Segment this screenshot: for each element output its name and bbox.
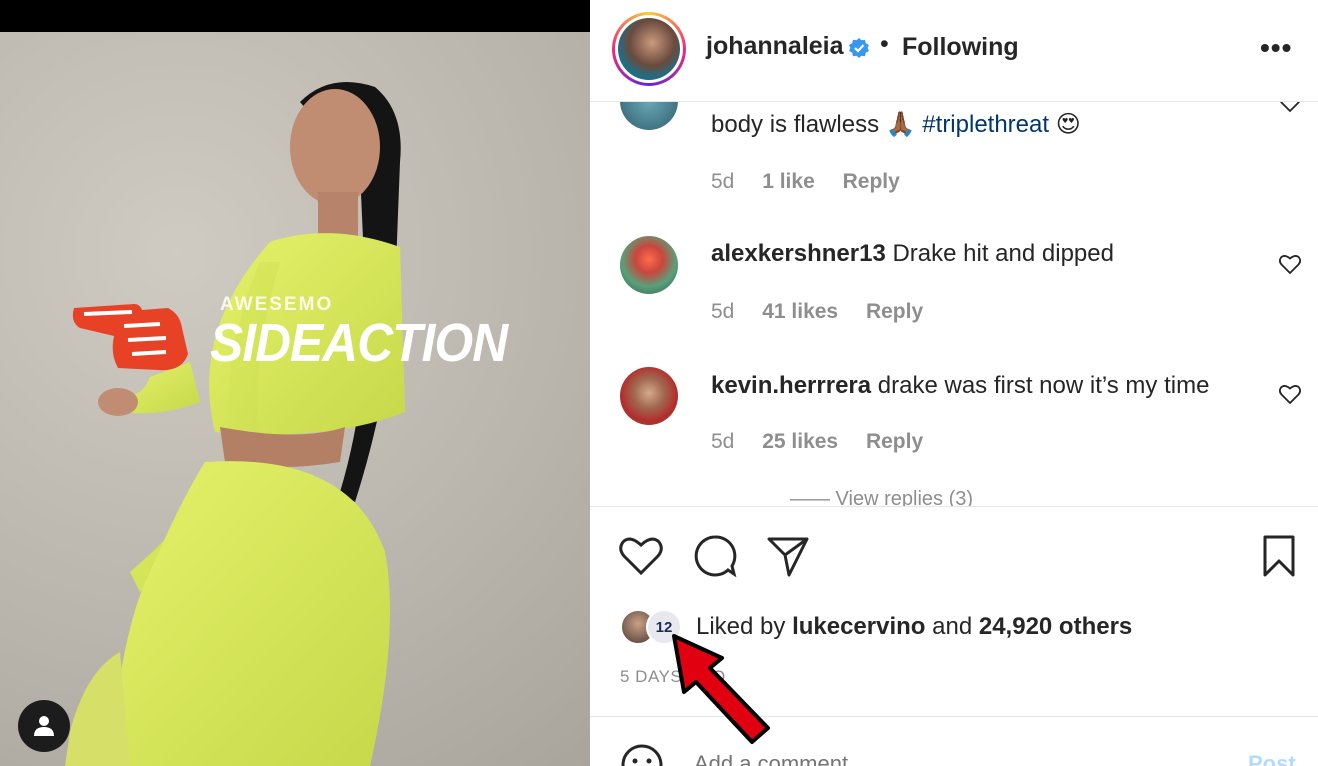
post-media[interactable]: AWESEMO SIDEACTION — [0, 0, 590, 766]
hashtag-link[interactable]: #triplethreat — [922, 111, 1049, 138]
comments-list: body is flawless 🙏🏾 #triplethreat 😍 5d 1… — [590, 102, 1318, 506]
post-photo[interactable]: AWESEMO SIDEACTION — [0, 32, 590, 766]
share-icon[interactable] — [765, 533, 811, 579]
photo-illustration — [65, 82, 405, 766]
header-separator: • — [880, 30, 889, 58]
comment-text: alexkershner13 Drake hit and dipped — [711, 240, 1114, 267]
comment-input[interactable] — [694, 751, 1194, 766]
post-comment-button[interactable]: Post — [1248, 751, 1296, 766]
reply-button[interactable]: Reply — [866, 430, 923, 453]
comment-age: 5d — [711, 170, 735, 193]
author-username[interactable]: johannaleia — [706, 32, 844, 61]
more-options-icon[interactable]: ••• — [1260, 32, 1292, 64]
reply-button[interactable]: Reply — [843, 170, 900, 193]
comment-age: 5d — [711, 300, 735, 323]
commenter-avatar[interactable] — [620, 102, 678, 130]
comment-likes[interactable]: 1 like — [762, 170, 815, 193]
comment-username[interactable]: alexkershner13 — [711, 240, 886, 267]
reply-button[interactable]: Reply — [866, 300, 923, 323]
heart-icon[interactable] — [618, 533, 664, 579]
pointing-hand-icon — [72, 304, 188, 371]
author-avatar[interactable] — [612, 12, 686, 86]
liker-username[interactable]: lukecervino — [792, 613, 925, 640]
user-icon — [34, 716, 54, 736]
comment-like-icon[interactable] — [1278, 382, 1302, 406]
commenter-avatar[interactable] — [620, 236, 678, 294]
watermark: AWESEMO SIDEACTION — [70, 294, 508, 374]
emoji-icon[interactable] — [620, 743, 664, 766]
comment-likes[interactable]: 41 likes — [762, 300, 838, 323]
following-button[interactable]: Following — [902, 33, 1019, 62]
commenter-avatar[interactable] — [620, 367, 678, 425]
comment-age: 5d — [711, 430, 735, 453]
comment-text: kevin.herrrera drake was first now it’s … — [711, 372, 1210, 399]
comment-text: body is flawless 🙏🏾 #triplethreat 😍 — [711, 111, 1081, 138]
comment-like-icon[interactable] — [1278, 252, 1302, 276]
comment-meta: 5d 1 like Reply — [711, 170, 922, 194]
comment-icon[interactable] — [692, 533, 738, 579]
tagged-users-button[interactable] — [18, 700, 70, 752]
comment-username[interactable]: kevin.herrrera — [711, 372, 871, 399]
likes-count[interactable]: 24,920 others — [979, 613, 1132, 640]
verified-badge-icon — [849, 38, 869, 58]
post-header: johannaleia • Following ••• — [590, 0, 1318, 102]
comment-meta: 5d 25 likes Reply — [711, 430, 945, 454]
comment-meta: 5d 41 likes Reply — [711, 300, 945, 324]
view-replies-link[interactable]: —— View replies (3) — [790, 488, 973, 506]
bookmark-icon[interactable] — [1256, 533, 1302, 579]
annotation-arrow — [672, 634, 770, 744]
comment-likes[interactable]: 25 likes — [762, 430, 838, 453]
watermark-main: SIDEACTION — [210, 313, 508, 373]
comment-like-icon[interactable] — [1278, 102, 1302, 114]
